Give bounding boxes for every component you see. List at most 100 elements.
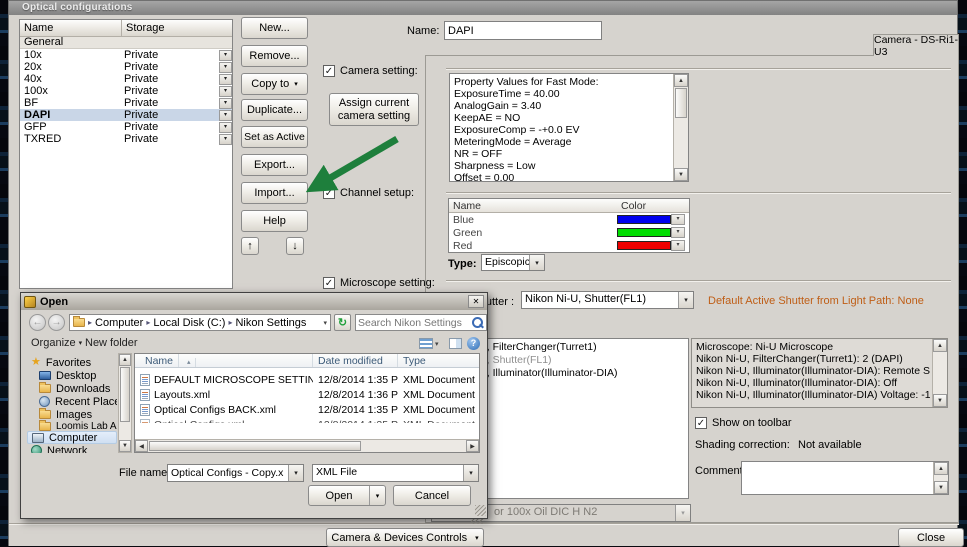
open-dialog-titlebar[interactable]: Open ✕ — [21, 293, 487, 310]
scrollbar[interactable]: ▲ ▼ — [673, 74, 688, 181]
remove-button[interactable]: Remove... — [241, 45, 308, 67]
search-box[interactable] — [355, 314, 487, 331]
scroll-down-icon[interactable]: ▼ — [933, 394, 947, 407]
type-dropdown[interactable]: Episcopic▾ — [481, 254, 545, 271]
file-row[interactable]: Optical Configs BACK.xml12/8/2014 1:35 P… — [135, 402, 479, 417]
chevron-down-icon[interactable]: ▾ — [219, 110, 232, 121]
config-row[interactable]: TXREDPrivate▾ — [20, 133, 232, 145]
breadcrumb-item[interactable]: Nikon Settings — [235, 317, 306, 329]
config-row[interactable]: 10xPrivate▾ — [20, 49, 232, 61]
microscope-setting-checkbox[interactable]: ✓Microscope setting: — [323, 277, 435, 289]
back-button[interactable]: ← — [29, 314, 46, 331]
duplicate-button[interactable]: Duplicate... — [241, 99, 308, 121]
file-col-type[interactable]: Type — [398, 354, 479, 367]
tree-item-recent-places[interactable]: Recent Places — [27, 395, 117, 408]
channel-row[interactable]: Blue▾ — [449, 213, 689, 226]
chevron-down-icon[interactable]: ▾ — [219, 86, 232, 97]
channel-row[interactable]: Green▾ — [449, 226, 689, 239]
scroll-down-icon[interactable]: ▼ — [934, 481, 948, 494]
scroll-down-icon[interactable]: ▼ — [674, 168, 688, 181]
config-row[interactable]: BFPrivate▾ — [20, 97, 232, 109]
breadcrumb-item[interactable]: Computer — [95, 317, 143, 329]
assign-camera-setting-button[interactable]: Assign current camera setting — [329, 93, 419, 126]
shutter-dropdown[interactable]: Nikon Ni-U, Shutter(FL1)▾ — [521, 291, 694, 309]
scroll-up-icon[interactable]: ▲ — [674, 74, 688, 87]
config-row[interactable]: GFPPrivate▾ — [20, 121, 232, 133]
tree-item-network[interactable]: Network — [27, 444, 117, 453]
file-type-dropdown[interactable]: XML File▾ — [312, 464, 479, 482]
import-button[interactable]: Import... — [241, 182, 308, 204]
channel-col-color[interactable]: Color — [617, 199, 650, 212]
name-input[interactable] — [444, 21, 602, 40]
preview-pane-icon[interactable] — [449, 338, 462, 349]
close-icon[interactable]: ✕ — [468, 295, 484, 308]
scroll-up-icon[interactable]: ▲ — [934, 462, 948, 475]
channel-col-name[interactable]: Name — [449, 199, 617, 212]
config-row-selected[interactable]: DAPIPrivate▾ — [20, 109, 232, 121]
config-row[interactable]: 20xPrivate▾ — [20, 61, 232, 73]
open-button[interactable]: Open ▾ — [308, 485, 386, 506]
horizontal-scrollbar[interactable]: ◀ ▶ — [135, 439, 479, 452]
camera-tab[interactable]: Camera - DS-Ri1-U3 — [873, 34, 959, 56]
chevron-down-icon[interactable]: ▾ — [671, 227, 685, 238]
file-col-name[interactable]: Name ▴ — [135, 354, 313, 367]
tree-item-favorites[interactable]: ★Favorites — [27, 356, 117, 369]
file-col-date-modified[interactable]: Date modified — [313, 354, 398, 367]
config-group-row[interactable]: General — [20, 37, 232, 49]
breadcrumb-item[interactable]: Local Disk (C:) — [153, 317, 225, 329]
copy-to-button[interactable]: Copy to▾ — [241, 73, 308, 95]
chevron-down-icon[interactable]: ▾ — [219, 62, 232, 73]
chevron-down-icon[interactable]: ▾ — [435, 340, 439, 348]
channel-row[interactable]: Red▾ — [449, 239, 689, 252]
file-name-input[interactable] — [168, 465, 288, 481]
resize-grip[interactable] — [475, 505, 486, 516]
move-down-button[interactable]: ↓ — [286, 237, 304, 255]
chevron-down-icon[interactable]: ▾ — [323, 319, 327, 327]
scroll-up-icon[interactable]: ▲ — [933, 339, 947, 352]
file-row[interactable]: Layouts.xml12/8/2014 1:36 PMXML Document — [135, 387, 479, 402]
comment-box[interactable]: ▲ ▼ — [741, 461, 949, 495]
scroll-thumb[interactable] — [149, 441, 361, 451]
forward-button[interactable]: → — [48, 314, 65, 331]
color-swatch[interactable] — [617, 228, 671, 237]
tree-item-computer[interactable]: Computer — [27, 431, 117, 444]
chevron-down-icon[interactable]: ▾ — [369, 486, 385, 505]
help-button[interactable]: Help — [241, 210, 308, 232]
config-col-storage[interactable]: Storage — [122, 20, 232, 36]
dialog-titlebar[interactable]: Optical configurations — [9, 1, 957, 15]
search-input[interactable] — [358, 317, 471, 329]
scroll-up-icon[interactable]: ▲ — [119, 354, 131, 366]
file-row[interactable]: DEFAULT MICROSCOPE SETTINGS.xml12/8/2014… — [135, 372, 479, 387]
chevron-down-icon[interactable]: ▾ — [219, 122, 232, 133]
file-row[interactable]: Optical Configs.xml12/8/2014 1:35 PMXML … — [135, 417, 479, 423]
camera-setting-checkbox[interactable]: ✓Camera setting: — [323, 65, 418, 77]
refresh-button[interactable]: ↻ — [334, 314, 351, 331]
search-icon[interactable] — [471, 316, 484, 329]
scroll-thumb[interactable] — [120, 367, 130, 422]
chevron-down-icon[interactable]: ▾ — [219, 50, 232, 61]
tree-scrollbar[interactable]: ▲ ▼ — [118, 353, 132, 453]
scroll-left-icon[interactable]: ◀ — [135, 440, 148, 452]
config-row[interactable]: 100xPrivate▾ — [20, 85, 232, 97]
camera-devices-controls-button[interactable]: Camera & Devices Controls▾ — [326, 528, 484, 547]
scroll-thumb[interactable] — [675, 88, 687, 118]
set-as-active-button[interactable]: Set as Active — [241, 126, 308, 148]
chevron-down-icon[interactable]: ▾ — [219, 134, 232, 145]
color-swatch[interactable] — [617, 215, 671, 224]
chevron-down-icon[interactable]: ▾ — [671, 240, 685, 251]
chevron-down-icon[interactable]: ▾ — [671, 214, 685, 225]
scroll-down-icon[interactable]: ▼ — [119, 440, 131, 452]
config-col-name[interactable]: Name — [20, 20, 122, 36]
cancel-button[interactable]: Cancel — [393, 485, 471, 506]
scroll-right-icon[interactable]: ▶ — [466, 440, 479, 452]
new-folder-button[interactable]: New folder — [85, 337, 138, 349]
new-button[interactable]: New... — [241, 17, 308, 39]
move-up-button[interactable]: ↑ — [241, 237, 259, 255]
close-button[interactable]: Close — [898, 528, 964, 547]
channel-setup-checkbox[interactable]: ✓Channel setup: — [323, 187, 414, 199]
address-bar[interactable]: ▸ Computer ▸ Local Disk (C:) ▸ Nikon Set… — [69, 314, 331, 331]
chevron-down-icon[interactable]: ▾ — [219, 98, 232, 109]
file-name-combo[interactable]: ▾ — [167, 464, 304, 482]
help-icon[interactable]: ? — [467, 337, 480, 350]
organize-menu[interactable]: Organize▾ — [31, 337, 82, 349]
